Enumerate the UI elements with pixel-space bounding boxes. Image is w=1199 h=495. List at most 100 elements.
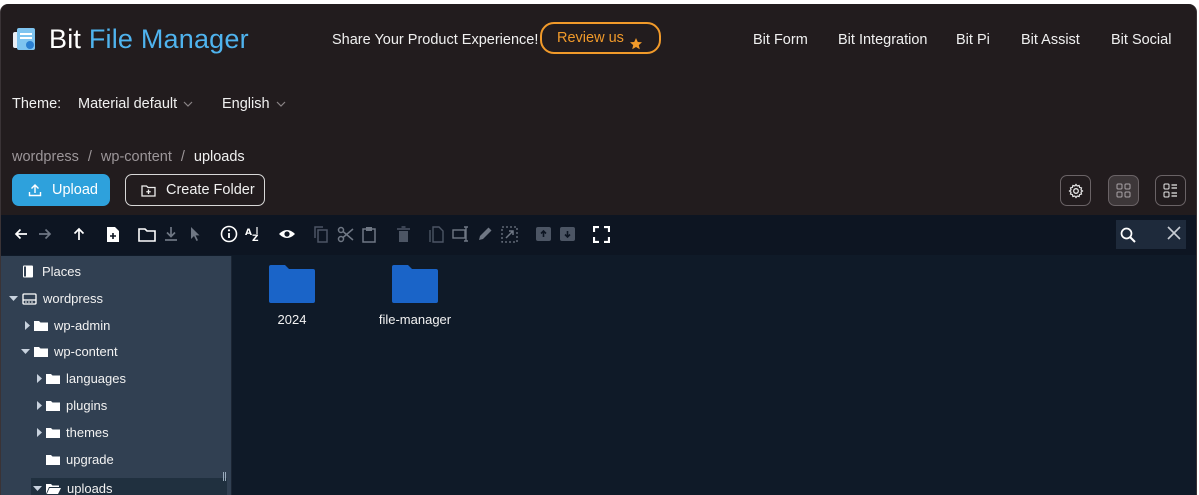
fullscreen-icon[interactable] bbox=[591, 224, 611, 244]
folder-item-2024[interactable]: 2024 bbox=[237, 264, 347, 327]
forward-icon[interactable] bbox=[35, 224, 55, 244]
folder-icon bbox=[392, 265, 438, 303]
caret-right-icon[interactable] bbox=[35, 374, 44, 383]
tree-item-uploads[interactable]: uploads bbox=[31, 478, 227, 495]
nav-bit-assist[interactable]: Bit Assist bbox=[1021, 32, 1080, 48]
copy-icon[interactable] bbox=[311, 224, 331, 244]
nav-bit-integration[interactable]: Bit Integration bbox=[838, 32, 927, 48]
svg-text:Z: Z bbox=[252, 234, 259, 243]
list-view-button[interactable] bbox=[1155, 175, 1186, 206]
paste-icon[interactable] bbox=[359, 224, 379, 244]
upload-button[interactable]: Upload bbox=[12, 174, 110, 206]
caret-down-icon[interactable] bbox=[33, 484, 42, 493]
folder-icon bbox=[46, 428, 60, 438]
file-name: file-manager bbox=[378, 312, 452, 327]
close-icon[interactable] bbox=[1166, 225, 1182, 246]
file-manager-panel: AZ Places wordpress wp-admin wp-content … bbox=[1, 215, 1196, 495]
folder-icon bbox=[34, 347, 48, 357]
select-cursor-icon[interactable] bbox=[185, 224, 205, 244]
back-icon[interactable] bbox=[11, 224, 31, 244]
nav-bit-form[interactable]: Bit Form bbox=[753, 32, 808, 48]
grid-view-button[interactable] bbox=[1108, 175, 1139, 206]
logo[interactable]: Bit File Manager bbox=[11, 24, 249, 55]
archive-icon[interactable] bbox=[533, 224, 553, 244]
caret-down-icon[interactable] bbox=[21, 347, 30, 356]
duplicate-icon[interactable] bbox=[427, 224, 447, 244]
logo-icon bbox=[11, 26, 39, 54]
review-us-button[interactable]: Review us bbox=[540, 22, 661, 54]
delete-icon[interactable] bbox=[393, 224, 413, 244]
edit-pencil-icon[interactable] bbox=[475, 224, 495, 244]
theme-select[interactable]: Material default bbox=[78, 96, 193, 112]
info-icon[interactable] bbox=[219, 224, 239, 244]
folder-icon bbox=[46, 374, 60, 384]
folder-icon bbox=[46, 455, 60, 465]
tree-item-label: themes bbox=[66, 425, 109, 440]
settings-button[interactable] bbox=[1060, 175, 1091, 206]
file-name: 2024 bbox=[277, 312, 307, 327]
tree-item-wordpress[interactable]: wordpress bbox=[9, 291, 103, 306]
rename-icon[interactable] bbox=[451, 224, 471, 244]
search-icon[interactable] bbox=[1119, 226, 1137, 249]
up-folder-icon[interactable] bbox=[69, 224, 89, 244]
gear-icon bbox=[1068, 183, 1083, 198]
grid-view-icon bbox=[1116, 183, 1131, 198]
tree-item-label: wordpress bbox=[43, 291, 103, 306]
create-folder-label: Create Folder bbox=[166, 182, 255, 198]
tree-item-label: plugins bbox=[66, 398, 108, 413]
tree-item-label: Places bbox=[42, 264, 82, 279]
tree-item-themes[interactable]: themes bbox=[35, 425, 109, 440]
tree-resize-handle[interactable] bbox=[223, 472, 226, 481]
book-icon bbox=[23, 265, 33, 278]
file-toolbar: AZ bbox=[1, 215, 1196, 255]
review-us-label: Review us bbox=[557, 30, 624, 46]
tree-item-upgrade[interactable]: upgrade bbox=[46, 452, 114, 467]
breadcrumb: wordpress / wp-content / uploads bbox=[12, 149, 245, 165]
folder-icon bbox=[269, 265, 315, 303]
tree-item-wp-content[interactable]: wp-content bbox=[21, 344, 118, 359]
breadcrumb-item-uploads: uploads bbox=[193, 149, 245, 165]
breadcrumb-item-wordpress[interactable]: wordpress bbox=[12, 149, 79, 165]
chevron-down-icon bbox=[276, 101, 285, 107]
app-window: Bit File Manager Share Your Product Expe… bbox=[0, 4, 1197, 495]
language-select[interactable]: English bbox=[222, 96, 286, 112]
logo-text-bit: Bit bbox=[49, 24, 82, 54]
theme-select-value: Material default bbox=[78, 96, 178, 112]
folder-tree: Places wordpress wp-admin wp-content lan… bbox=[1, 256, 232, 495]
svg-text:A: A bbox=[245, 228, 252, 238]
nav-bit-social[interactable]: Bit Social bbox=[1111, 32, 1171, 48]
tree-item-label: languages bbox=[66, 371, 126, 386]
drive-icon bbox=[22, 292, 37, 305]
promo-text: Share Your Product Experience! bbox=[332, 32, 539, 48]
folder-icon bbox=[34, 321, 48, 331]
caret-down-icon[interactable] bbox=[9, 294, 18, 303]
tree-item-languages[interactable]: languages bbox=[35, 371, 126, 386]
breadcrumb-item-wp-content[interactable]: wp-content bbox=[101, 149, 172, 165]
create-folder-button[interactable]: Create Folder bbox=[125, 174, 265, 206]
caret-right-icon[interactable] bbox=[35, 428, 44, 437]
caret-right-icon[interactable] bbox=[23, 321, 32, 330]
new-folder-icon[interactable] bbox=[137, 224, 157, 244]
nav-bit-pi[interactable]: Bit Pi bbox=[956, 32, 990, 48]
search-box[interactable] bbox=[1116, 220, 1186, 249]
star-icon bbox=[630, 38, 642, 50]
folder-plus-icon bbox=[141, 184, 156, 197]
logo-text-product: File Manager bbox=[88, 24, 249, 54]
preview-eye-icon[interactable] bbox=[277, 224, 297, 244]
tree-item-label: uploads bbox=[67, 480, 113, 495]
new-file-icon[interactable] bbox=[103, 224, 123, 244]
folder-item-file-manager[interactable]: file-manager bbox=[360, 264, 470, 327]
sort-az-icon[interactable]: AZ bbox=[243, 224, 263, 244]
tree-item-wp-admin[interactable]: wp-admin bbox=[23, 318, 110, 333]
cut-icon[interactable] bbox=[335, 224, 355, 244]
extract-icon[interactable] bbox=[557, 224, 577, 244]
tree-item-label: wp-admin bbox=[54, 318, 111, 333]
tree-item-plugins[interactable]: plugins bbox=[35, 398, 107, 413]
folder-open-icon bbox=[46, 483, 61, 494]
top-bar: Bit File Manager Share Your Product Expe… bbox=[1, 4, 1196, 74]
resize-icon[interactable] bbox=[499, 224, 519, 244]
folder-icon bbox=[46, 401, 60, 411]
download-icon[interactable] bbox=[161, 224, 181, 244]
tree-item-places[interactable]: Places bbox=[22, 264, 81, 279]
caret-right-icon[interactable] bbox=[35, 401, 44, 410]
